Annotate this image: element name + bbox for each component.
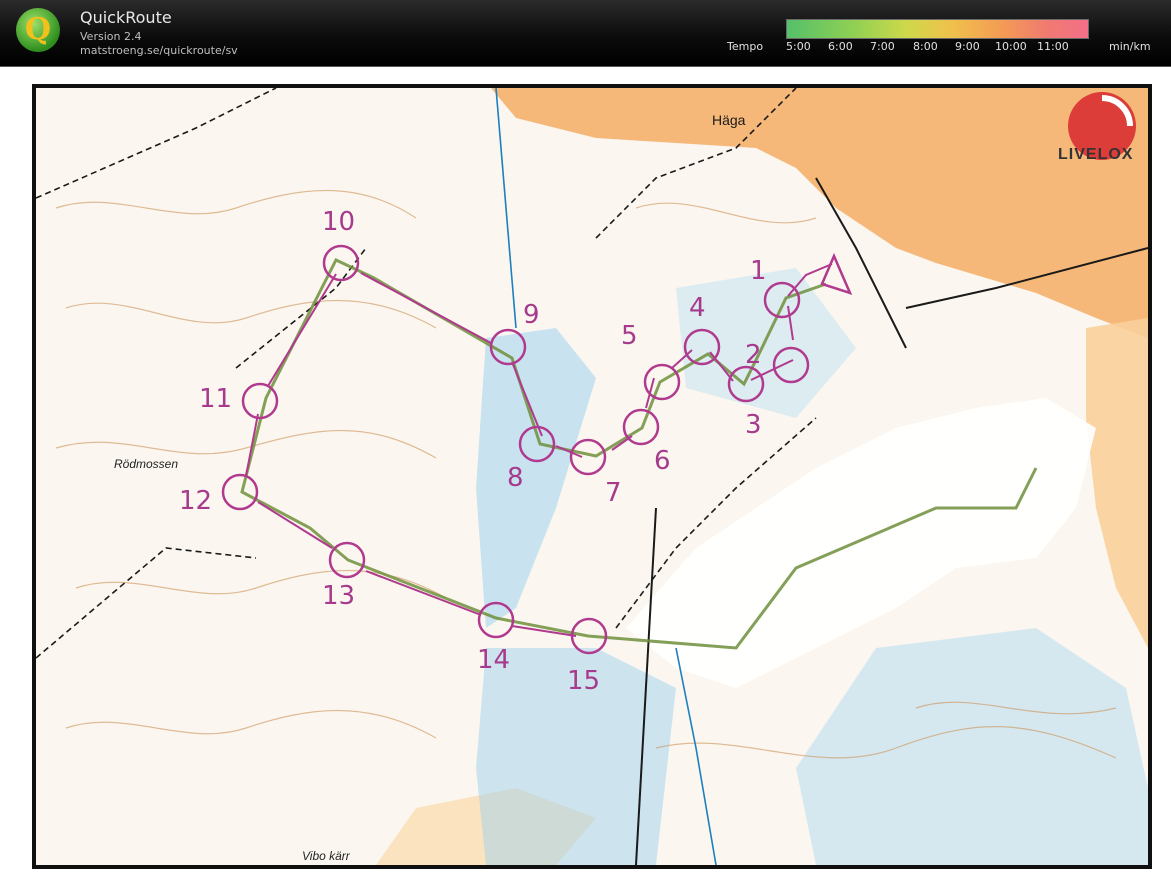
control-number: 8 [507, 463, 524, 493]
marsh-area [796, 628, 1148, 865]
control-number: 15 [567, 666, 601, 696]
tempo-tick: 5:00 [786, 40, 811, 53]
map-canvas[interactable] [36, 88, 1148, 865]
start-triangle [820, 252, 853, 296]
marsh-area [476, 328, 596, 628]
quickroute-logo-icon: Q [16, 8, 60, 52]
app-title: QuickRoute [80, 8, 172, 27]
control-number: 4 [689, 293, 706, 323]
control-circle-7 [569, 438, 607, 476]
tempo-tick: 9:00 [955, 40, 980, 53]
control-circle-12 [221, 473, 259, 511]
orienteering-map[interactable]: 1 2 3 4 5 6 7 8 9 10 11 12 13 14 15 Häga… [32, 84, 1152, 869]
control-number: 2 [745, 340, 762, 370]
tempo-tick: 10:00 [995, 40, 1027, 53]
control-number: 11 [199, 384, 233, 414]
tempo-color-scale [786, 19, 1089, 39]
control-number: 12 [179, 486, 213, 516]
control-number: 9 [523, 300, 540, 330]
tempo-label: Tempo [727, 40, 764, 53]
open-land-area [1086, 318, 1148, 648]
marsh-area [676, 268, 856, 418]
tempo-tick: 6:00 [828, 40, 853, 53]
tempo-tick: 8:00 [913, 40, 938, 53]
control-circle-11 [241, 382, 279, 420]
app-version: Version 2.4 [80, 30, 142, 43]
tempo-unit: min/km [1109, 40, 1151, 53]
livelox-watermark: LIVELOX [1058, 146, 1134, 163]
control-number: 6 [654, 446, 671, 476]
tempo-tick: 11:00 [1037, 40, 1069, 53]
app-header: Q QuickRoute Version 2.4 matstroeng.se/q… [0, 0, 1171, 67]
place-label-vibo-karr: Vibo kärr [302, 849, 350, 863]
app-url-link[interactable]: matstroeng.se/quickroute/sv [80, 44, 238, 57]
control-number: 5 [621, 321, 638, 351]
place-label-haga: Häga [712, 112, 746, 128]
tempo-tick: 7:00 [870, 40, 895, 53]
control-number: 13 [322, 581, 356, 611]
control-number: 1 [750, 256, 767, 286]
control-number: 7 [605, 478, 622, 508]
place-label-rodmossen: Rödmossen [114, 457, 179, 471]
control-number: 3 [745, 410, 762, 440]
control-number: 14 [477, 645, 511, 675]
control-number: 10 [322, 207, 356, 237]
